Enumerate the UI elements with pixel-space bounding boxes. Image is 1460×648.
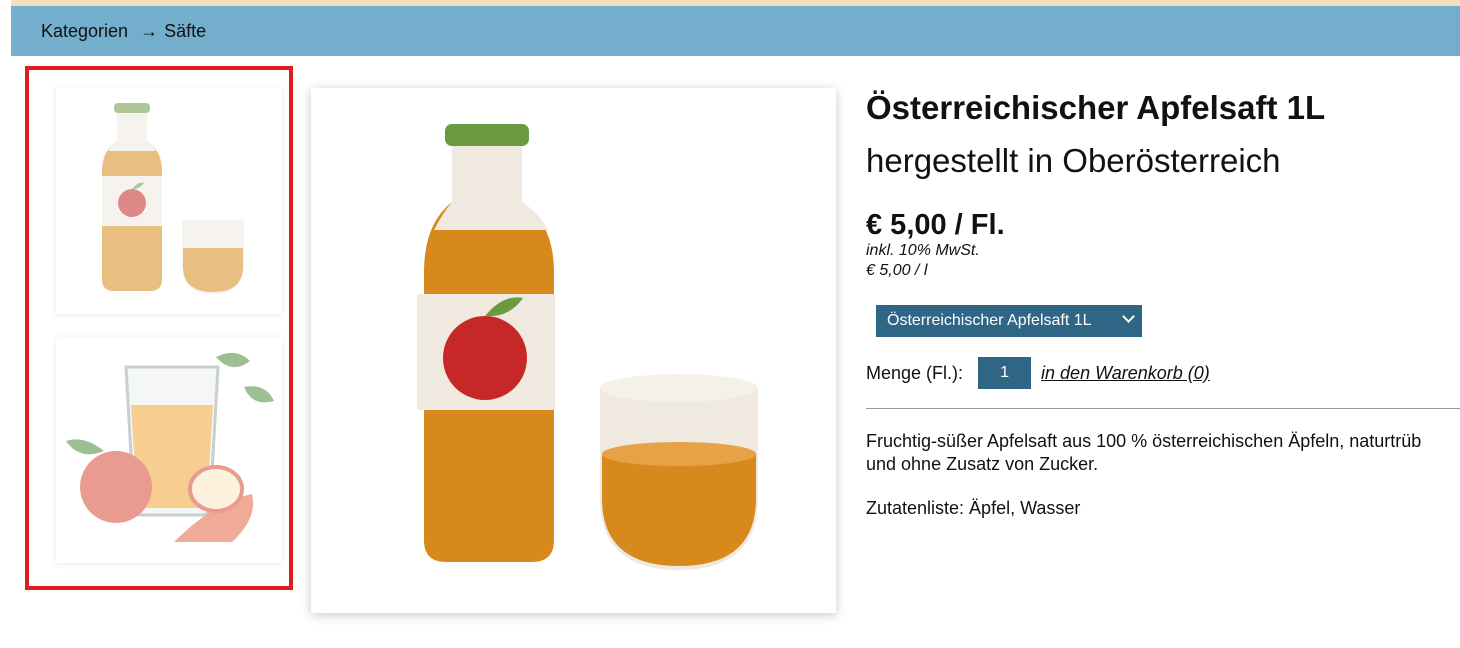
variant-select-value: Österreichischer Apfelsaft 1L — [887, 312, 1092, 329]
product-price: € 5,00 / Fl. — [866, 209, 1005, 241]
add-to-cart-link[interactable]: in den Warenkorb (0) — [1041, 363, 1210, 384]
thumbnail-glass-apples[interactable] — [56, 337, 282, 563]
quantity-input[interactable]: 1 — [978, 357, 1032, 389]
chevron-down-icon — [1122, 310, 1135, 323]
breadcrumb-categories[interactable]: Kategorien — [41, 21, 128, 42]
thumbnail-gallery — [25, 66, 293, 590]
product-description: Fruchtig-süßer Apfelsaft aus 100 % öster… — [866, 431, 1422, 474]
quantity-row: Menge (Fl.): 1 in den Warenkorb (0) — [866, 357, 1460, 389]
unit-price: € 5,00 / l — [866, 262, 928, 279]
breadcrumb: Kategorien → Säfte — [11, 6, 1460, 56]
thumbnail-bottle[interactable] — [56, 88, 282, 314]
bottle-thumbnail-image — [102, 103, 244, 294]
product-info: Österreichischer Apfelsaft 1L hergestell… — [866, 88, 1460, 519]
apple-juice-bottle-illustration — [417, 124, 758, 570]
product-subtitle: hergestellt in Oberösterreich — [866, 142, 1281, 179]
variant-select[interactable]: Österreichischer Apfelsaft 1L — [876, 305, 1142, 337]
breadcrumb-arrow: → — [140, 20, 159, 41]
main-product-image — [311, 88, 836, 613]
ingredient-list: Zutatenliste: Äpfel, Wasser — [866, 498, 1081, 518]
quantity-label: Menge (Fl.): — [866, 362, 964, 383]
breadcrumb-current[interactable]: Säfte — [164, 21, 206, 42]
tax-note: inkl. 10% MwSt. — [866, 242, 980, 259]
glass-apples-thumbnail-image — [66, 352, 274, 542]
product-title: Österreichischer Apfelsaft 1L — [866, 89, 1326, 126]
divider — [866, 408, 1460, 409]
